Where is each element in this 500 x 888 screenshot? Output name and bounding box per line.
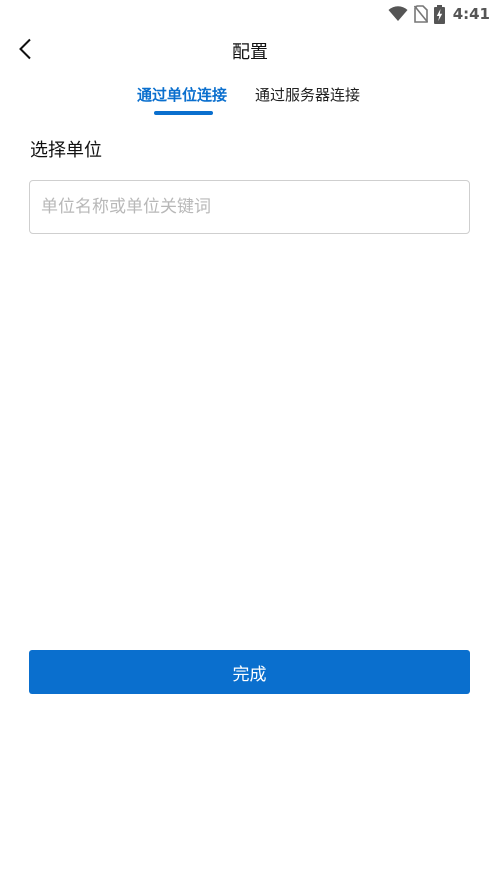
organization-search-input[interactable]	[30, 181, 469, 233]
tab-connect-by-organization[interactable]: 通过单位连接	[137, 84, 227, 105]
battery-charging-icon	[433, 4, 445, 24]
section-label: 选择单位	[30, 140, 102, 161]
active-tab-indicator	[154, 111, 213, 115]
status-bar: 4:41	[0, 0, 500, 28]
no-sim-icon	[413, 5, 428, 23]
done-button[interactable]: 完成	[29, 650, 470, 694]
tab-connect-by-server[interactable]: 通过服务器连接	[255, 84, 360, 105]
wifi-icon	[388, 6, 408, 22]
page-title: 配置	[232, 42, 268, 63]
organization-search-box	[29, 180, 470, 234]
status-time: 4:41	[452, 5, 490, 23]
nav-bar: 配置	[0, 28, 500, 74]
tab-bar: 通过单位连接 通过服务器连接	[0, 84, 500, 118]
